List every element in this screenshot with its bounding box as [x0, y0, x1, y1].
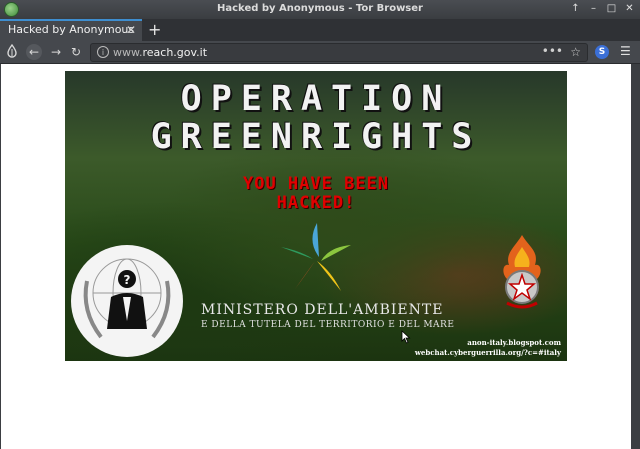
- keep-above-button[interactable]: ↑: [569, 2, 582, 15]
- home-icon[interactable]: [4, 43, 20, 60]
- burning-emblem-icon: [503, 235, 541, 309]
- close-window-button[interactable]: ✕: [623, 2, 636, 15]
- hacked-message-line2: HACKED!: [276, 193, 356, 213]
- back-icon[interactable]: ←: [26, 44, 42, 60]
- new-tab-button[interactable]: +: [148, 20, 161, 39]
- ministry-name: MINISTERO DELL'AMBIENTE: [201, 302, 444, 318]
- ministry-star-logo-icon: [281, 223, 351, 291]
- page-actions-icon[interactable]: •••: [542, 44, 563, 58]
- hacked-message-line1: YOU HAVE BEEN: [242, 174, 390, 194]
- bookmark-star-icon[interactable]: ☆: [570, 45, 581, 59]
- menu-icon[interactable]: ☰: [620, 44, 631, 58]
- ministry-subtitle: E DELLA TUTELA DEL TERRITORIO E DEL MARE: [201, 320, 455, 330]
- window-title: Hacked by Anonymous - Tor Browser: [217, 3, 423, 14]
- tab-close-icon[interactable]: ✕: [126, 23, 136, 37]
- anonymous-logo-icon: ?: [71, 245, 183, 357]
- url-bar[interactable]: i www.reach.gov.it ••• ☆: [90, 43, 588, 62]
- maximize-button[interactable]: □: [605, 2, 618, 15]
- window-controls: ↑ – □ ✕: [569, 2, 636, 15]
- tab-label: Hacked by Anonymous: [8, 23, 135, 36]
- minimize-button[interactable]: –: [587, 2, 600, 15]
- chat-url-text: webchat.cyberguerrilla.org/?c=#italy: [414, 348, 561, 357]
- extension-icon[interactable]: S: [595, 45, 609, 59]
- operation-title-line2: GREENRIGHTS: [150, 117, 482, 157]
- window-titlebar: Hacked by Anonymous - Tor Browser ↑ – □ …: [0, 0, 640, 19]
- page-content: OPERATION GREENRIGHTS YOU HAVE BEEN HACK…: [1, 64, 631, 449]
- tab-active[interactable]: Hacked by Anonymous ✕: [0, 19, 142, 41]
- operation-title-line1: OPERATION: [180, 79, 452, 119]
- page-scrollbar[interactable]: [631, 64, 640, 449]
- defacement-banner: OPERATION GREENRIGHTS YOU HAVE BEEN HACK…: [65, 71, 567, 361]
- info-icon[interactable]: i: [97, 46, 109, 58]
- url-text[interactable]: www.reach.gov.it: [113, 46, 207, 59]
- blog-url-text: anon-italy.blogspot.com: [467, 338, 561, 347]
- svg-text:?: ?: [124, 273, 131, 287]
- navigation-toolbar: ← → ↻ i www.reach.gov.it ••• ☆ S ☰: [0, 41, 640, 64]
- tab-strip: Hacked by Anonymous ✕ +: [0, 19, 640, 41]
- forward-icon[interactable]: →: [48, 44, 64, 60]
- reload-icon[interactable]: ↻: [68, 44, 84, 60]
- mouse-cursor-icon: [401, 330, 411, 344]
